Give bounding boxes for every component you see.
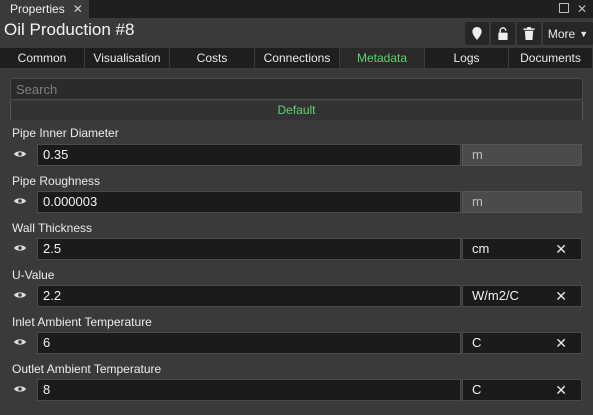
caret-down-icon: ▼: [579, 28, 589, 39]
tab-bar: Common Visualisation Costs Connections M…: [0, 48, 593, 68]
value-field[interactable]: 2.2: [37, 285, 461, 307]
value-field[interactable]: 0.35: [37, 144, 461, 166]
clear-unit-icon[interactable]: ✕: [555, 333, 567, 353]
field-label: Inlet Ambient Temperature: [12, 315, 152, 329]
unit-field[interactable]: C ✕: [462, 379, 582, 401]
eye-icon[interactable]: [14, 384, 26, 394]
tab-common[interactable]: Common: [0, 48, 85, 68]
eye-icon[interactable]: [14, 337, 26, 347]
value-field[interactable]: 6: [37, 332, 461, 354]
unit-field[interactable]: W/m2/C ✕: [462, 285, 582, 307]
page-title: Oil Production #8: [4, 20, 135, 39]
unit-field: m: [462, 191, 582, 213]
clear-unit-icon[interactable]: ✕: [555, 380, 567, 400]
lock-button[interactable]: [491, 22, 515, 45]
eye-icon[interactable]: [14, 243, 26, 253]
value-field[interactable]: 8: [37, 379, 461, 401]
tab-metadata[interactable]: Metadata: [340, 48, 425, 68]
eye-icon[interactable]: [14, 149, 26, 159]
field-label: Outlet Ambient Temperature: [12, 362, 162, 376]
field-label: U-Value: [12, 268, 55, 282]
window-close-icon[interactable]: ✕: [575, 2, 589, 16]
eye-icon[interactable]: [14, 196, 26, 206]
unit-field[interactable]: cm ✕: [462, 238, 582, 260]
eye-icon[interactable]: [14, 290, 26, 300]
maximize-icon[interactable]: [557, 2, 571, 16]
tab-logs[interactable]: Logs: [425, 48, 509, 68]
unit-field[interactable]: C ✕: [462, 332, 582, 354]
properties-panel-tab[interactable]: Properties ✕: [0, 0, 89, 18]
unit-label: C: [472, 382, 482, 397]
clear-unit-icon[interactable]: ✕: [555, 286, 567, 306]
unit-label: cm: [472, 241, 490, 256]
search-box: [10, 78, 583, 100]
unit-label: W/m2/C: [472, 288, 519, 303]
unlock-icon: [498, 27, 508, 40]
search-input[interactable]: [11, 79, 582, 99]
field-label: Pipe Roughness: [12, 174, 101, 188]
group-header-default[interactable]: Default: [10, 101, 583, 120]
unit-label: m: [472, 147, 483, 162]
location-button[interactable]: [465, 22, 489, 45]
tab-documents[interactable]: Documents: [509, 48, 593, 68]
field-label: Pipe Inner Diameter: [12, 126, 119, 140]
close-icon[interactable]: ✕: [73, 2, 83, 16]
delete-button[interactable]: [517, 22, 541, 45]
field-label: Wall Thickness: [12, 221, 93, 235]
unit-label: m: [472, 194, 483, 209]
unit-label: C: [472, 335, 482, 350]
tab-connections[interactable]: Connections: [255, 48, 340, 68]
tab-costs[interactable]: Costs: [170, 48, 255, 68]
value-field[interactable]: 0.000003: [37, 191, 461, 213]
more-label: More: [547, 26, 576, 41]
clear-unit-icon[interactable]: ✕: [555, 239, 567, 259]
location-pin-icon: [472, 27, 482, 40]
panel-tab-label: Properties: [10, 2, 65, 16]
unit-field: m: [462, 144, 582, 166]
more-button[interactable]: More ▼: [543, 22, 593, 45]
value-field[interactable]: 2.5: [37, 238, 461, 260]
trash-icon: [523, 27, 535, 40]
tab-visualisation[interactable]: Visualisation: [85, 48, 170, 68]
